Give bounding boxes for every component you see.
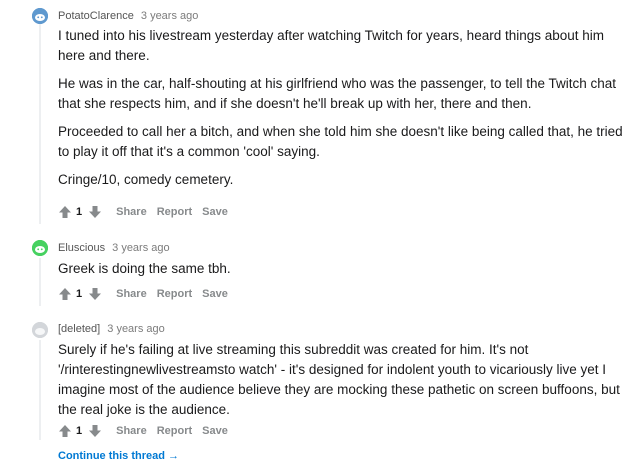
score: 1 bbox=[76, 425, 83, 437]
save-button[interactable]: Save bbox=[202, 425, 228, 437]
avatar[interactable] bbox=[32, 322, 48, 338]
deleted-user-icon bbox=[32, 322, 48, 338]
comment-meta: PotatoClarence 3 years ago bbox=[58, 10, 198, 22]
downvote-icon[interactable] bbox=[88, 205, 102, 219]
comment-body: Surely if he's failing at live streaming… bbox=[58, 340, 628, 420]
avatar[interactable] bbox=[32, 8, 48, 24]
comment-body: I tuned into his livestream yesterday af… bbox=[58, 26, 628, 190]
downvote-icon[interactable] bbox=[88, 424, 102, 438]
upvote-icon[interactable] bbox=[58, 287, 72, 301]
author-deleted: [deleted] bbox=[58, 323, 101, 335]
timestamp[interactable]: 3 years ago bbox=[107, 323, 164, 335]
comment-paragraph: Surely if he's failing at live streaming… bbox=[58, 342, 620, 417]
comment-actions: 1 Share Report Save bbox=[58, 286, 228, 302]
comment-meta: Eluscious 3 years ago bbox=[58, 242, 170, 254]
comment-paragraph: He was in the car, half-shouting at his … bbox=[58, 76, 617, 111]
thread-line[interactable] bbox=[39, 258, 41, 306]
save-button[interactable]: Save bbox=[202, 206, 228, 218]
snoo-icon bbox=[32, 240, 48, 256]
timestamp[interactable]: 3 years ago bbox=[141, 10, 198, 22]
upvote-icon[interactable] bbox=[58, 424, 72, 438]
comment-meta: [deleted] 3 years ago bbox=[58, 323, 165, 335]
avatar[interactable] bbox=[32, 240, 48, 256]
comment-actions: 1 Share Report Save bbox=[58, 204, 228, 220]
comment-body: Greek is doing the same tbh. bbox=[58, 259, 628, 279]
downvote-icon[interactable] bbox=[88, 287, 102, 301]
share-button[interactable]: Share bbox=[116, 206, 147, 218]
comment-paragraph: Greek is doing the same tbh. bbox=[58, 261, 231, 276]
report-button[interactable]: Report bbox=[157, 425, 192, 437]
author-link[interactable]: PotatoClarence bbox=[58, 10, 134, 22]
comment-paragraph: Cringe/10, comedy cemetery. bbox=[58, 172, 234, 187]
author-link[interactable]: Eluscious bbox=[58, 242, 105, 254]
score: 1 bbox=[76, 206, 83, 218]
report-button[interactable]: Report bbox=[157, 206, 192, 218]
report-button[interactable]: Report bbox=[157, 288, 192, 300]
save-button[interactable]: Save bbox=[202, 288, 228, 300]
thread-line[interactable] bbox=[39, 340, 41, 440]
share-button[interactable]: Share bbox=[116, 288, 147, 300]
comment-paragraph: I tuned into his livestream yesterday af… bbox=[58, 28, 605, 63]
comment-actions: 1 Share Report Save bbox=[58, 423, 228, 439]
comment-paragraph: Proceeded to call her a bitch, and when … bbox=[58, 124, 623, 159]
snoo-icon bbox=[32, 8, 48, 24]
timestamp[interactable]: 3 years ago bbox=[112, 242, 169, 254]
score: 1 bbox=[76, 288, 83, 300]
thread-line[interactable] bbox=[39, 24, 41, 224]
upvote-icon[interactable] bbox=[58, 205, 72, 219]
continue-thread-link[interactable]: Continue this thread → bbox=[58, 450, 179, 462]
share-button[interactable]: Share bbox=[116, 425, 147, 437]
